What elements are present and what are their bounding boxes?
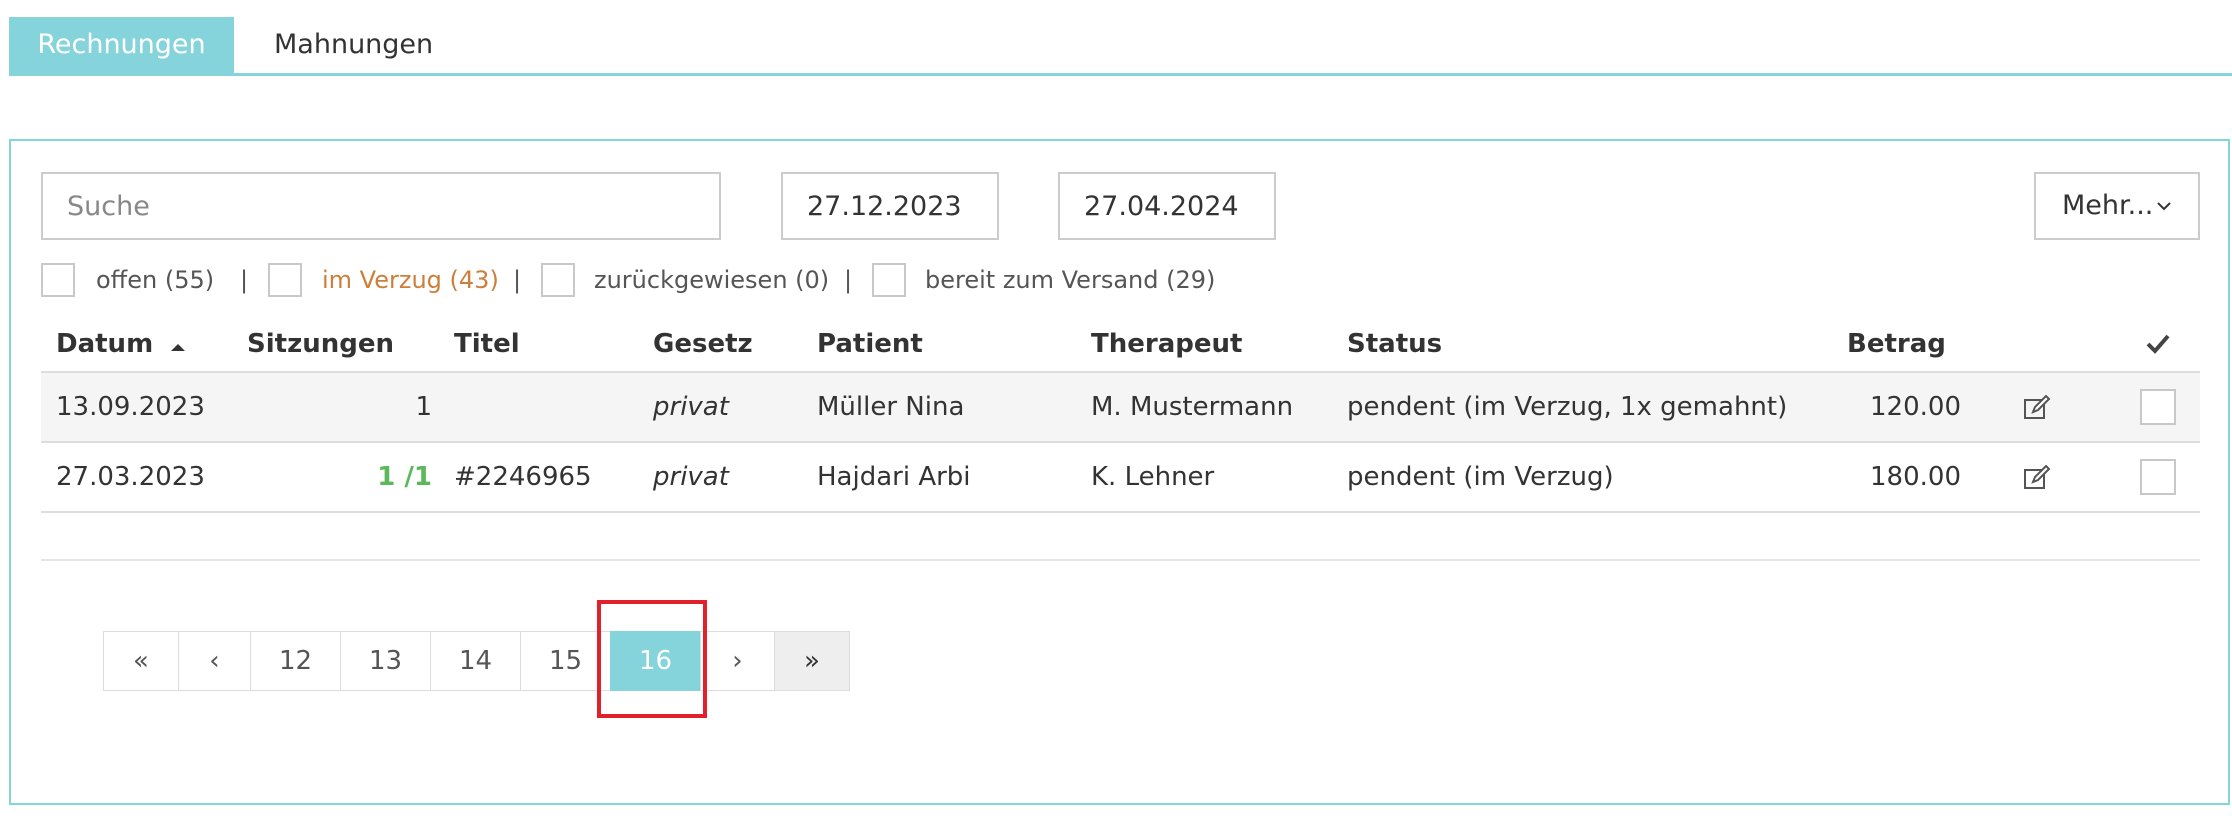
col-gesetz[interactable]: Gesetz [653, 319, 753, 369]
page-button-13[interactable]: 13 [340, 631, 431, 691]
invoice-panel: Mehr... offen (55) | im Verzug (43) | zu… [9, 139, 2230, 805]
page-button-16-current[interactable]: 16 [610, 631, 701, 691]
col-datum[interactable]: Datum [56, 319, 186, 370]
cell-datum: 13.09.2023 [56, 392, 205, 422]
cell-titel: #2246965 [454, 462, 592, 492]
row-select-checkbox[interactable] [2140, 459, 2176, 495]
filter-separator: | [240, 266, 249, 294]
date-from-input[interactable] [781, 172, 999, 240]
col-titel[interactable]: Titel [454, 319, 520, 369]
filter-separator: | [844, 266, 853, 294]
filter-offen-label: offen (55) [96, 266, 215, 294]
table-header: Datum Sitzungen Titel Gesetz Patient The… [41, 319, 2200, 373]
sort-asc-icon [170, 320, 186, 370]
page-button-15[interactable]: 15 [520, 631, 611, 691]
cell-gesetz: privat [653, 462, 729, 492]
page-button-14[interactable]: 14 [430, 631, 521, 691]
tab-rechnungen[interactable]: Rechnungen [9, 17, 234, 73]
cell-datum: 27.03.2023 [56, 462, 205, 492]
cell-status: pendent (im Verzug) [1347, 462, 1614, 492]
chevron-down-icon [2156, 174, 2172, 263]
edit-icon[interactable] [2023, 394, 2051, 421]
filter-zurueckgewiesen-checkbox[interactable] [541, 263, 575, 297]
cell-betrag: 120.00 [1870, 392, 1961, 422]
tab-mahnungen[interactable]: Mahnungen [244, 17, 463, 73]
filter-im-verzug-checkbox[interactable] [268, 263, 302, 297]
invoice-page: Rechnungen Mahnungen Mehr... offen (55) … [0, 0, 2232, 840]
cell-sitzungen: 1 /1 [377, 462, 432, 492]
cell-therapeut: K. Lehner [1091, 462, 1215, 492]
page-last-button[interactable]: » [774, 631, 850, 691]
page-button-12[interactable]: 12 [250, 631, 341, 691]
col-patient[interactable]: Patient [817, 319, 923, 369]
col-therapeut[interactable]: Therapeut [1091, 319, 1242, 369]
cell-patient: Müller Nina [817, 392, 965, 422]
tab-bar: Rechnungen Mahnungen [9, 17, 2232, 76]
page-first-button[interactable]: « [103, 631, 179, 691]
row-select-checkbox[interactable] [2140, 389, 2176, 425]
filter-separator: | [513, 266, 522, 294]
cell-therapeut: M. Mustermann [1091, 392, 1294, 422]
table-row[interactable]: 13.09.2023 1 privat Müller Nina M. Muste… [41, 373, 2200, 443]
filter-bereit-label: bereit zum Versand (29) [925, 266, 1216, 294]
table-row[interactable]: 27.03.2023 1 /1 #2246965 privat Hajdari … [41, 443, 2200, 513]
col-datum-label: Datum [56, 329, 154, 359]
filter-zurueckgewiesen-label: zurückgewiesen (0) [594, 266, 830, 294]
filter-offen-checkbox[interactable] [41, 263, 75, 297]
table-divider [41, 559, 2200, 561]
filter-im-verzug-label: im Verzug (43) [322, 266, 499, 294]
search-input[interactable] [41, 172, 721, 240]
mehr-label: Mehr... [2062, 190, 2154, 221]
page-prev-button[interactable]: ‹ [178, 631, 251, 691]
cell-sitzungen: 1 [415, 392, 432, 422]
mehr-dropdown-button[interactable]: Mehr... [2034, 172, 2200, 240]
col-sitzungen[interactable]: Sitzungen [247, 319, 394, 369]
edit-icon[interactable] [2023, 464, 2051, 491]
page-next-button[interactable]: › [700, 631, 775, 691]
col-status[interactable]: Status [1347, 319, 1442, 369]
date-to-input[interactable] [1058, 172, 1276, 240]
cell-patient: Hajdari Arbi [817, 462, 971, 492]
cell-gesetz: privat [653, 392, 729, 422]
filter-bereit-checkbox[interactable] [872, 263, 906, 297]
cell-betrag: 180.00 [1870, 462, 1961, 492]
col-betrag[interactable]: Betrag [1847, 319, 1946, 369]
cell-status: pendent (im Verzug, 1x gemahnt) [1347, 392, 1788, 422]
